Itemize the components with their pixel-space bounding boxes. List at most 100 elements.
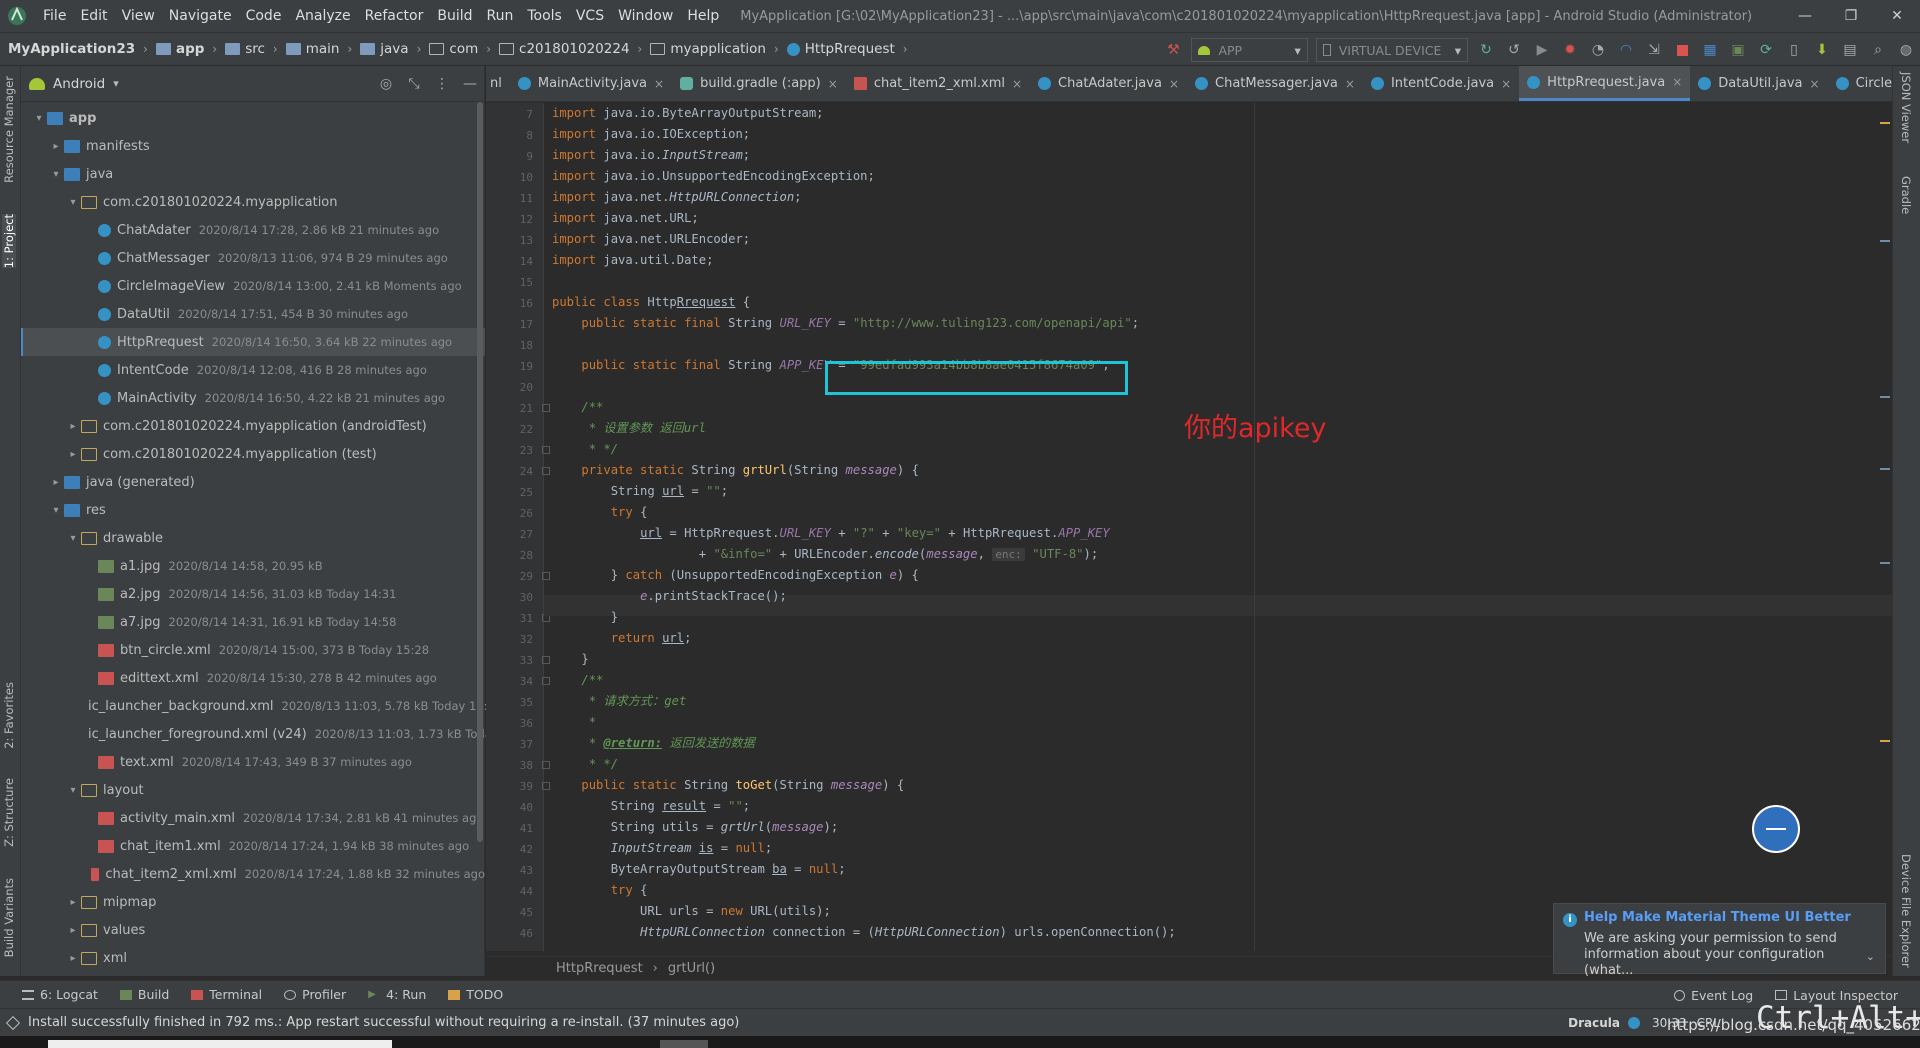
fold-marker-icon[interactable] xyxy=(542,572,550,580)
breadcrumb-item[interactable]: MyApplication23 › xyxy=(2,41,148,57)
breadcrumb-item[interactable]: app › xyxy=(148,41,217,57)
editor-tab[interactable]: MainActivity.java × xyxy=(510,66,672,101)
code-line[interactable]: import java.io.UnsupportedEncodingExcept… xyxy=(552,166,875,187)
code-editor[interactable]: 7 8 9 10 11 12 13 14 15 16 17 18 19 20 21 22 23 24 25 26 27 2… xyxy=(486,103,1892,951)
menu-navigate[interactable]: Navigate xyxy=(162,8,239,24)
favorites-tool-tab[interactable]: 2: Favorites xyxy=(2,682,16,749)
tree-item[interactable]: ▸ values xyxy=(21,916,485,944)
apply-changes-icon[interactable]: ↻ xyxy=(1474,38,1498,62)
tree-item[interactable]: ▸ mipmap xyxy=(21,888,485,916)
code-line[interactable]: public static final String URL_KEY = "ht… xyxy=(552,313,1139,334)
code-line[interactable]: /** xyxy=(552,397,603,418)
code-line[interactable]: URL urls = new URL(utils); xyxy=(552,901,831,922)
code-line[interactable]: * */ xyxy=(552,439,618,460)
tree-item[interactable]: edittext.xml 2020/8/14 15:30, 278 B 42 mi… xyxy=(21,664,485,692)
breadcrumb-item[interactable]: com › xyxy=(421,41,491,57)
fold-marker-icon[interactable] xyxy=(542,446,550,454)
tree-item[interactable]: ▾ drawable xyxy=(21,524,485,552)
tree-item[interactable]: DataUtil 2020/8/14 17:51, 454 B 30 minute… xyxy=(21,300,485,328)
chevron-down-icon[interactable]: ▾ xyxy=(48,169,64,180)
fold-marker-icon[interactable] xyxy=(542,467,550,475)
menu-vcs[interactable]: VCS xyxy=(569,8,611,24)
debug-icon[interactable]: ✹ xyxy=(1558,38,1582,62)
code-line[interactable]: } xyxy=(552,649,588,670)
run-tab[interactable]: ▶ 4: Run xyxy=(368,987,426,1002)
chevron-right-icon[interactable]: ▸ xyxy=(65,449,81,460)
search-everywhere-icon[interactable]: ⌕ xyxy=(1866,38,1890,62)
tree-item[interactable]: ChatMessager 2020/8/13 11:06, 974 B 29 mi… xyxy=(21,244,485,272)
layout-icon[interactable]: ▦ xyxy=(1698,38,1722,62)
theme-indicator[interactable]: Dracula xyxy=(1568,1016,1620,1030)
close-tab-icon[interactable]: × xyxy=(1345,77,1355,91)
code-line[interactable]: * 设置参数 返回url xyxy=(552,418,706,439)
project-scrollbar[interactable] xyxy=(476,102,484,957)
breadcrumb-item[interactable]: main › xyxy=(278,41,352,57)
close-window-button[interactable]: ✕ xyxy=(1874,8,1920,24)
editor-tab[interactable]: chat_item2_xml.xml × xyxy=(846,66,1030,101)
code-line[interactable]: * */ xyxy=(552,754,618,775)
locate-file-icon[interactable]: ◎ xyxy=(374,72,398,96)
tree-item[interactable]: ▾ java xyxy=(21,160,485,188)
code-line[interactable]: String url = ""; xyxy=(552,481,728,502)
status-message[interactable]: Install successfully finished in 792 ms.… xyxy=(28,1015,739,1030)
code-line[interactable]: import java.util.Date; xyxy=(552,250,713,271)
code-line[interactable]: try { xyxy=(552,502,648,523)
more-options-icon[interactable]: ⋮ xyxy=(430,72,454,96)
apply-code-changes-icon[interactable]: ↺ xyxy=(1502,38,1526,62)
breadcrumb-item[interactable]: src › xyxy=(217,41,278,57)
close-tab-icon[interactable]: × xyxy=(654,77,664,91)
error-stripe-marker[interactable] xyxy=(1880,240,1890,242)
code-line[interactable]: return url; xyxy=(552,628,692,649)
tree-item[interactable]: ▾ res xyxy=(21,496,485,524)
avd-manager-icon[interactable]: ▯ xyxy=(1782,38,1806,62)
notification-balloon[interactable]: i Help Make Material Theme UI Better We … xyxy=(1553,903,1886,978)
breadcrumb-item[interactable]: java › xyxy=(352,41,421,57)
tree-item[interactable]: chat_item1.xml 2020/8/14 17:24, 1.94 kB 3… xyxy=(21,832,485,860)
menu-window[interactable]: Window xyxy=(611,8,680,24)
code-line[interactable]: } xyxy=(552,607,618,628)
breadcrumb-class[interactable]: HttpRrequest xyxy=(556,961,643,976)
editor-tab[interactable]: nl xyxy=(486,66,510,101)
warning-marker[interactable] xyxy=(1880,740,1890,742)
code-line[interactable]: /** xyxy=(552,670,603,691)
notifications-icon[interactable]: ◍ xyxy=(1894,38,1918,62)
error-stripe-marker[interactable] xyxy=(1880,468,1890,470)
tree-item[interactable]: ▾ layout xyxy=(21,776,485,804)
tree-item[interactable]: ▸ xml xyxy=(21,944,485,972)
menu-refactor[interactable]: Refactor xyxy=(358,8,431,24)
tree-item[interactable]: a7.jpg 2020/8/14 14:31, 16.91 kB Today 14… xyxy=(21,608,485,636)
notification-title[interactable]: Help Make Material Theme UI Better xyxy=(1584,910,1875,925)
project-scrollbar-thumb[interactable] xyxy=(477,102,483,842)
menu-run[interactable]: Run xyxy=(480,8,521,24)
project-tool-tab[interactable]: 1: Project xyxy=(2,214,16,269)
profile-icon[interactable]: ◠ xyxy=(1614,38,1638,62)
run-config-select[interactable]: APP ▾ xyxy=(1191,38,1308,62)
terminal-tab[interactable]: Terminal xyxy=(191,987,262,1002)
menu-tools[interactable]: Tools xyxy=(520,8,569,24)
fold-marker-icon[interactable] xyxy=(542,656,550,664)
chevron-down-icon[interactable]: ⌄ xyxy=(1866,950,1875,963)
terminal-icon[interactable]: ▣ xyxy=(1726,38,1750,62)
error-stripe-marker[interactable] xyxy=(1880,396,1890,398)
chevron-down-icon[interactable]: ▾ xyxy=(48,505,64,516)
editor-tab[interactable]: DataUtil.java × xyxy=(1690,66,1827,101)
fold-marker-icon[interactable] xyxy=(542,782,550,790)
hide-panel-icon[interactable]: — xyxy=(458,72,482,96)
close-tab-icon[interactable]: × xyxy=(828,77,838,91)
tree-item[interactable]: ▸ com.c201801020224.myapplication (test) xyxy=(21,440,485,468)
tree-item[interactable]: MainActivity 2020/8/14 16:50, 4.22 kB 21 … xyxy=(21,384,485,412)
breadcrumb-item[interactable]: myapplication › xyxy=(642,41,779,57)
tree-item[interactable]: CircleImageView 2020/8/14 13:00, 2.41 kB … xyxy=(21,272,485,300)
collapse-all-icon[interactable]: ⤡ xyxy=(402,72,426,96)
device-select[interactable]: VIRTUAL DEVICE ▾ xyxy=(1315,38,1468,62)
tree-item[interactable]: activity_main.xml 2020/8/14 17:34, 2.81 k… xyxy=(21,804,485,832)
build-tab[interactable]: Build xyxy=(119,987,169,1002)
todo-tab[interactable]: TODO xyxy=(448,987,503,1002)
code-line[interactable]: String utils = grtUrl(message); xyxy=(552,817,839,838)
code-line[interactable]: e.printStackTrace(); xyxy=(552,586,787,607)
menu-file[interactable]: File xyxy=(36,8,73,24)
floating-assistant-button[interactable] xyxy=(1752,805,1800,853)
tree-item[interactable]: ▾ app xyxy=(21,104,485,132)
editor-tab[interactable]: build.gradle (:app) × xyxy=(672,66,846,101)
editor-tab[interactable]: HttpRrequest.java × xyxy=(1519,66,1691,101)
